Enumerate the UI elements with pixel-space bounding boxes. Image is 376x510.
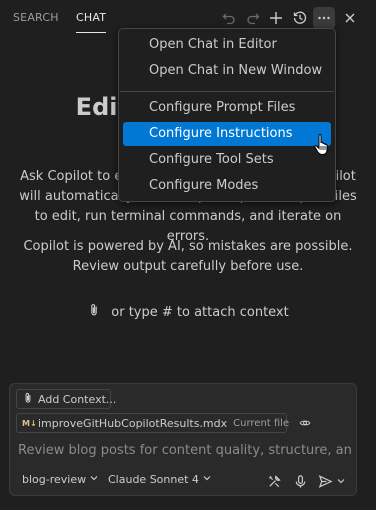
file-name: improveGitHubCopilotResults.mdx — [38, 416, 228, 430]
send-icon[interactable] — [316, 472, 334, 490]
chevron-down-icon — [202, 473, 212, 486]
send-options-chevron-icon[interactable] — [335, 472, 347, 490]
add-context-button[interactable]: Add Context... — [16, 389, 116, 409]
paperclip-icon — [87, 303, 101, 321]
tools-icon[interactable] — [265, 472, 283, 490]
input-toolbar: blog-review Claude Sonnet 4 — [10, 470, 358, 492]
attach-context-hint: or type # to attach context — [0, 303, 376, 321]
hand-pointer-cursor-icon — [314, 134, 328, 156]
current-file-badge: Current file — [233, 417, 290, 429]
undo-icon[interactable] — [218, 7, 240, 29]
menu-separator — [120, 91, 334, 92]
menu-item-open-chat-in-editor[interactable]: Open Chat in Editor — [123, 33, 331, 57]
tab-chat[interactable]: CHAT — [76, 11, 107, 33]
chat-input-box[interactable]: Add Context... M↓ improveGitHubCopilotRe… — [9, 383, 357, 496]
eye-icon[interactable] — [299, 417, 311, 429]
model-picker[interactable]: Claude Sonnet 4 — [108, 473, 212, 486]
new-chat-icon[interactable] — [265, 7, 287, 29]
model-label: Claude Sonnet 4 — [108, 473, 199, 486]
chevron-down-icon — [89, 473, 99, 486]
menu-item-open-chat-in-new-window[interactable]: Open Chat in New Window — [123, 59, 331, 83]
ai-disclaimer: Copilot is powered by AI, so mistakes ar… — [23, 239, 353, 274]
more-actions-menu: Open Chat in Editor Open Chat in New Win… — [118, 28, 336, 202]
mdx-file-icon: M↓ — [22, 418, 37, 428]
mode-picker[interactable]: blog-review — [22, 473, 99, 486]
mode-label: blog-review — [22, 473, 87, 486]
history-icon[interactable] — [289, 7, 311, 29]
redo-icon[interactable] — [242, 7, 264, 29]
menu-item-configure-prompt-files[interactable]: Configure Prompt Files — [123, 96, 331, 120]
menu-item-configure-modes[interactable]: Configure Modes — [123, 174, 331, 198]
menu-item-configure-instructions[interactable]: Configure Instructions — [123, 122, 331, 146]
tab-search[interactable]: SEARCH — [13, 11, 59, 24]
microphone-icon[interactable] — [291, 472, 309, 490]
close-icon[interactable] — [339, 7, 361, 29]
attach-hint-text: or type # to attach context — [111, 304, 289, 320]
add-context-label: Add Context... — [38, 392, 117, 406]
menu-item-configure-tool-sets[interactable]: Configure Tool Sets — [123, 148, 331, 172]
more-icon[interactable] — [313, 7, 335, 29]
paperclip-icon — [22, 392, 34, 407]
chat-input-field[interactable]: Review blog posts for content quality, s… — [18, 443, 352, 458]
current-file-chip[interactable]: M↓ improveGitHubCopilotResults.mdx Curre… — [16, 413, 311, 433]
